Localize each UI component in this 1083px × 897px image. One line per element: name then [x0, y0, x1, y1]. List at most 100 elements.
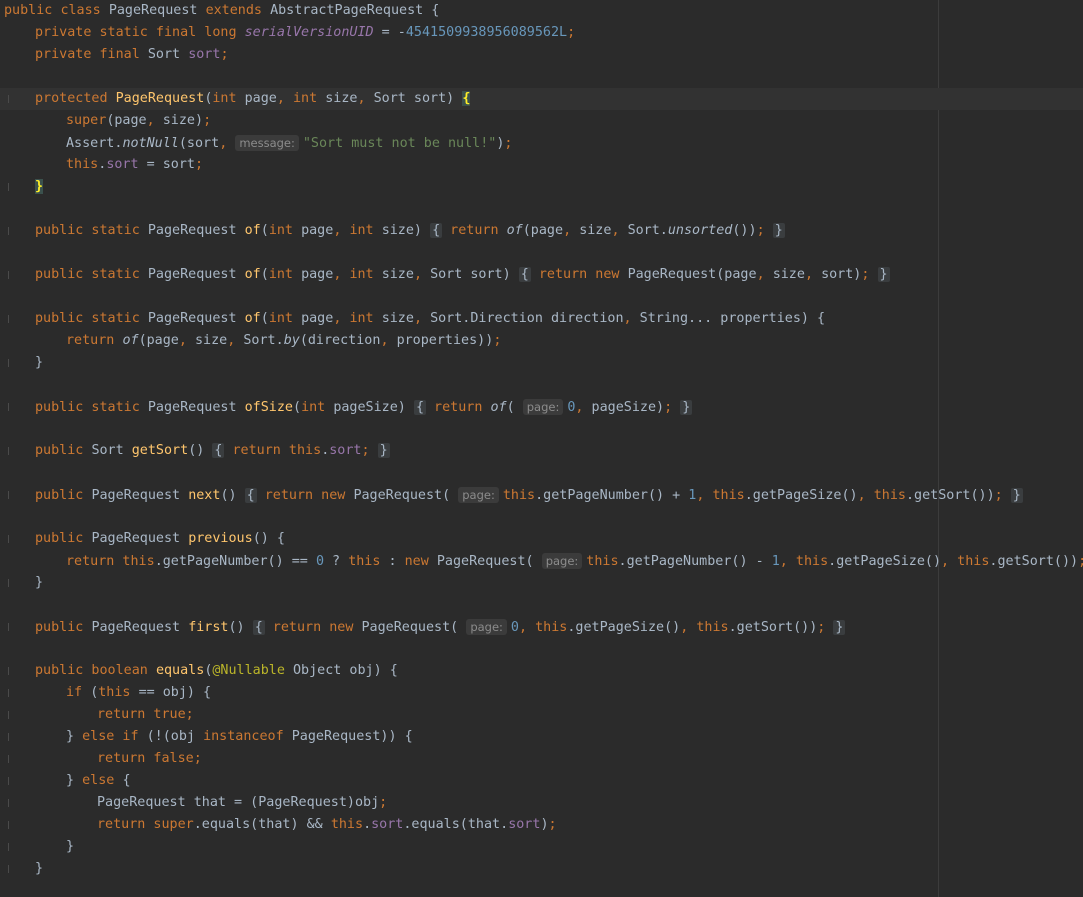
code-editor[interactable]: public class PageRequest extends Abstrac… — [0, 0, 1083, 897]
code-line[interactable] — [0, 638, 1083, 660]
fold-marker[interactable] — [8, 711, 11, 719]
folded-region[interactable]: } — [772, 223, 785, 238]
code-token: , — [804, 267, 822, 282]
code-line[interactable]: return of(page, size, Sort.by(direction,… — [0, 330, 1083, 352]
folded-region[interactable]: { — [212, 443, 225, 458]
code-line[interactable]: } — [0, 176, 1083, 198]
code-line[interactable]: public boolean equals(@Nullable Object o… — [0, 660, 1083, 682]
code-line[interactable]: } — [0, 836, 1083, 858]
code-token: , — [333, 267, 350, 282]
code-token: return new — [256, 488, 354, 503]
code-line[interactable]: } else if (!(obj instanceof PageRequest)… — [0, 726, 1083, 748]
fold-marker[interactable] — [8, 359, 11, 367]
code-line[interactable]: public PageRequest next() { return new P… — [0, 484, 1083, 506]
fold-marker[interactable] — [8, 623, 11, 631]
code-line[interactable]: return super.equals(that) && this.sort.e… — [0, 814, 1083, 836]
code-token: ( — [506, 400, 523, 415]
code-token: public — [35, 443, 92, 458]
code-token: PageRequest( — [353, 488, 459, 503]
code-line[interactable] — [0, 286, 1083, 308]
code-token: } — [66, 773, 83, 788]
code-token: this — [502, 488, 536, 503]
folded-region[interactable]: } — [833, 620, 846, 635]
fold-marker[interactable] — [8, 755, 11, 763]
code-line[interactable]: public static PageRequest ofSize(int pag… — [0, 396, 1083, 418]
code-line[interactable]: } — [0, 352, 1083, 374]
code-line[interactable]: return true; — [0, 704, 1083, 726]
fold-marker[interactable] — [8, 95, 11, 103]
code-token: public static — [35, 267, 148, 282]
code-token: : — [380, 554, 405, 569]
fold-marker[interactable] — [8, 821, 11, 829]
code-line[interactable]: public PageRequest previous() { — [0, 528, 1083, 550]
code-line[interactable]: this.sort = sort; — [0, 154, 1083, 176]
fold-marker[interactable] — [8, 733, 11, 741]
code-text: public static PageRequest of(int page, i… — [35, 264, 890, 286]
folded-region[interactable]: { — [518, 267, 531, 282]
folded-region[interactable]: } — [877, 267, 890, 282]
code-line[interactable] — [0, 418, 1083, 440]
folded-region[interactable]: { — [430, 223, 443, 238]
code-line[interactable]: } — [0, 858, 1083, 880]
folded-region[interactable]: { — [413, 400, 426, 415]
fold-marker[interactable] — [8, 667, 11, 675]
fold-marker[interactable] — [8, 689, 11, 697]
folded-region[interactable]: { — [252, 620, 265, 635]
code-token: public static — [35, 400, 148, 415]
folded-region[interactable]: } — [1010, 488, 1023, 503]
fold-marker[interactable] — [8, 403, 11, 411]
code-line[interactable]: super(page, size); — [0, 110, 1083, 132]
fold-marker[interactable] — [8, 843, 11, 851]
code-text: } else if (!(obj instanceof PageRequest)… — [66, 726, 413, 748]
folded-region[interactable]: } — [680, 400, 693, 415]
code-token: AbstractPageRequest { — [270, 3, 440, 18]
fold-marker[interactable] — [8, 447, 11, 455]
fold-marker[interactable] — [8, 579, 11, 587]
code-line[interactable]: public static PageRequest of(int page, i… — [0, 220, 1083, 242]
folded-region[interactable]: { — [244, 488, 257, 503]
code-text: public static PageRequest of(int page, i… — [35, 308, 825, 330]
code-line[interactable] — [0, 66, 1083, 88]
fold-marker[interactable] — [8, 777, 11, 785]
code-token: ? — [324, 554, 349, 569]
code-line[interactable]: return false; — [0, 748, 1083, 770]
code-token: PageRequest — [147, 223, 245, 238]
code-line[interactable]: private static final long serialVersionU… — [0, 22, 1083, 44]
fold-marker[interactable] — [8, 491, 11, 499]
fold-marker[interactable] — [8, 183, 11, 191]
fold-marker[interactable] — [8, 271, 11, 279]
code-line[interactable]: public static PageRequest of(int page, i… — [0, 264, 1083, 286]
code-line[interactable] — [0, 374, 1083, 396]
code-line[interactable]: public static PageRequest of(int page, i… — [0, 308, 1083, 330]
fold-marker[interactable] — [8, 315, 11, 323]
code-token: Sort.Direction direction — [430, 311, 624, 326]
code-line[interactable]: } — [0, 572, 1083, 594]
folded-region[interactable]: } — [377, 443, 390, 458]
code-token: ( — [260, 267, 269, 282]
code-line[interactable] — [0, 242, 1083, 264]
code-token: protected — [35, 91, 116, 106]
code-line[interactable]: public Sort getSort() { return this.sort… — [0, 440, 1083, 462]
code-line[interactable]: PageRequest that = (PageRequest)obj; — [0, 792, 1083, 814]
code-text: private static final long serialVersionU… — [35, 22, 575, 44]
fold-marker[interactable] — [8, 865, 11, 873]
code-line[interactable]: } else { — [0, 770, 1083, 792]
fold-marker[interactable] — [8, 799, 11, 807]
code-line[interactable] — [0, 506, 1083, 528]
code-line[interactable]: Assert.notNull(sort, message: "Sort must … — [0, 132, 1083, 154]
code-text: private final Sort sort; — [35, 44, 229, 66]
code-token: } — [35, 575, 44, 590]
code-line[interactable]: if (this == obj) { — [0, 682, 1083, 704]
fold-marker[interactable] — [8, 227, 11, 235]
code-line[interactable] — [0, 594, 1083, 616]
code-line[interactable] — [0, 198, 1083, 220]
code-token: size — [195, 333, 228, 348]
code-line[interactable]: return this.getPageNumber() == 0 ? this … — [0, 550, 1083, 572]
code-line[interactable]: protected PageRequest(int page, int size… — [0, 88, 1083, 110]
code-line[interactable]: private final Sort sort; — [0, 44, 1083, 66]
fold-marker[interactable] — [8, 535, 11, 543]
code-line[interactable]: public PageRequest first() { return new … — [0, 616, 1083, 638]
code-token: () { — [252, 531, 285, 546]
code-line[interactable]: public class PageRequest extends Abstrac… — [0, 0, 1083, 22]
code-line[interactable] — [0, 462, 1083, 484]
